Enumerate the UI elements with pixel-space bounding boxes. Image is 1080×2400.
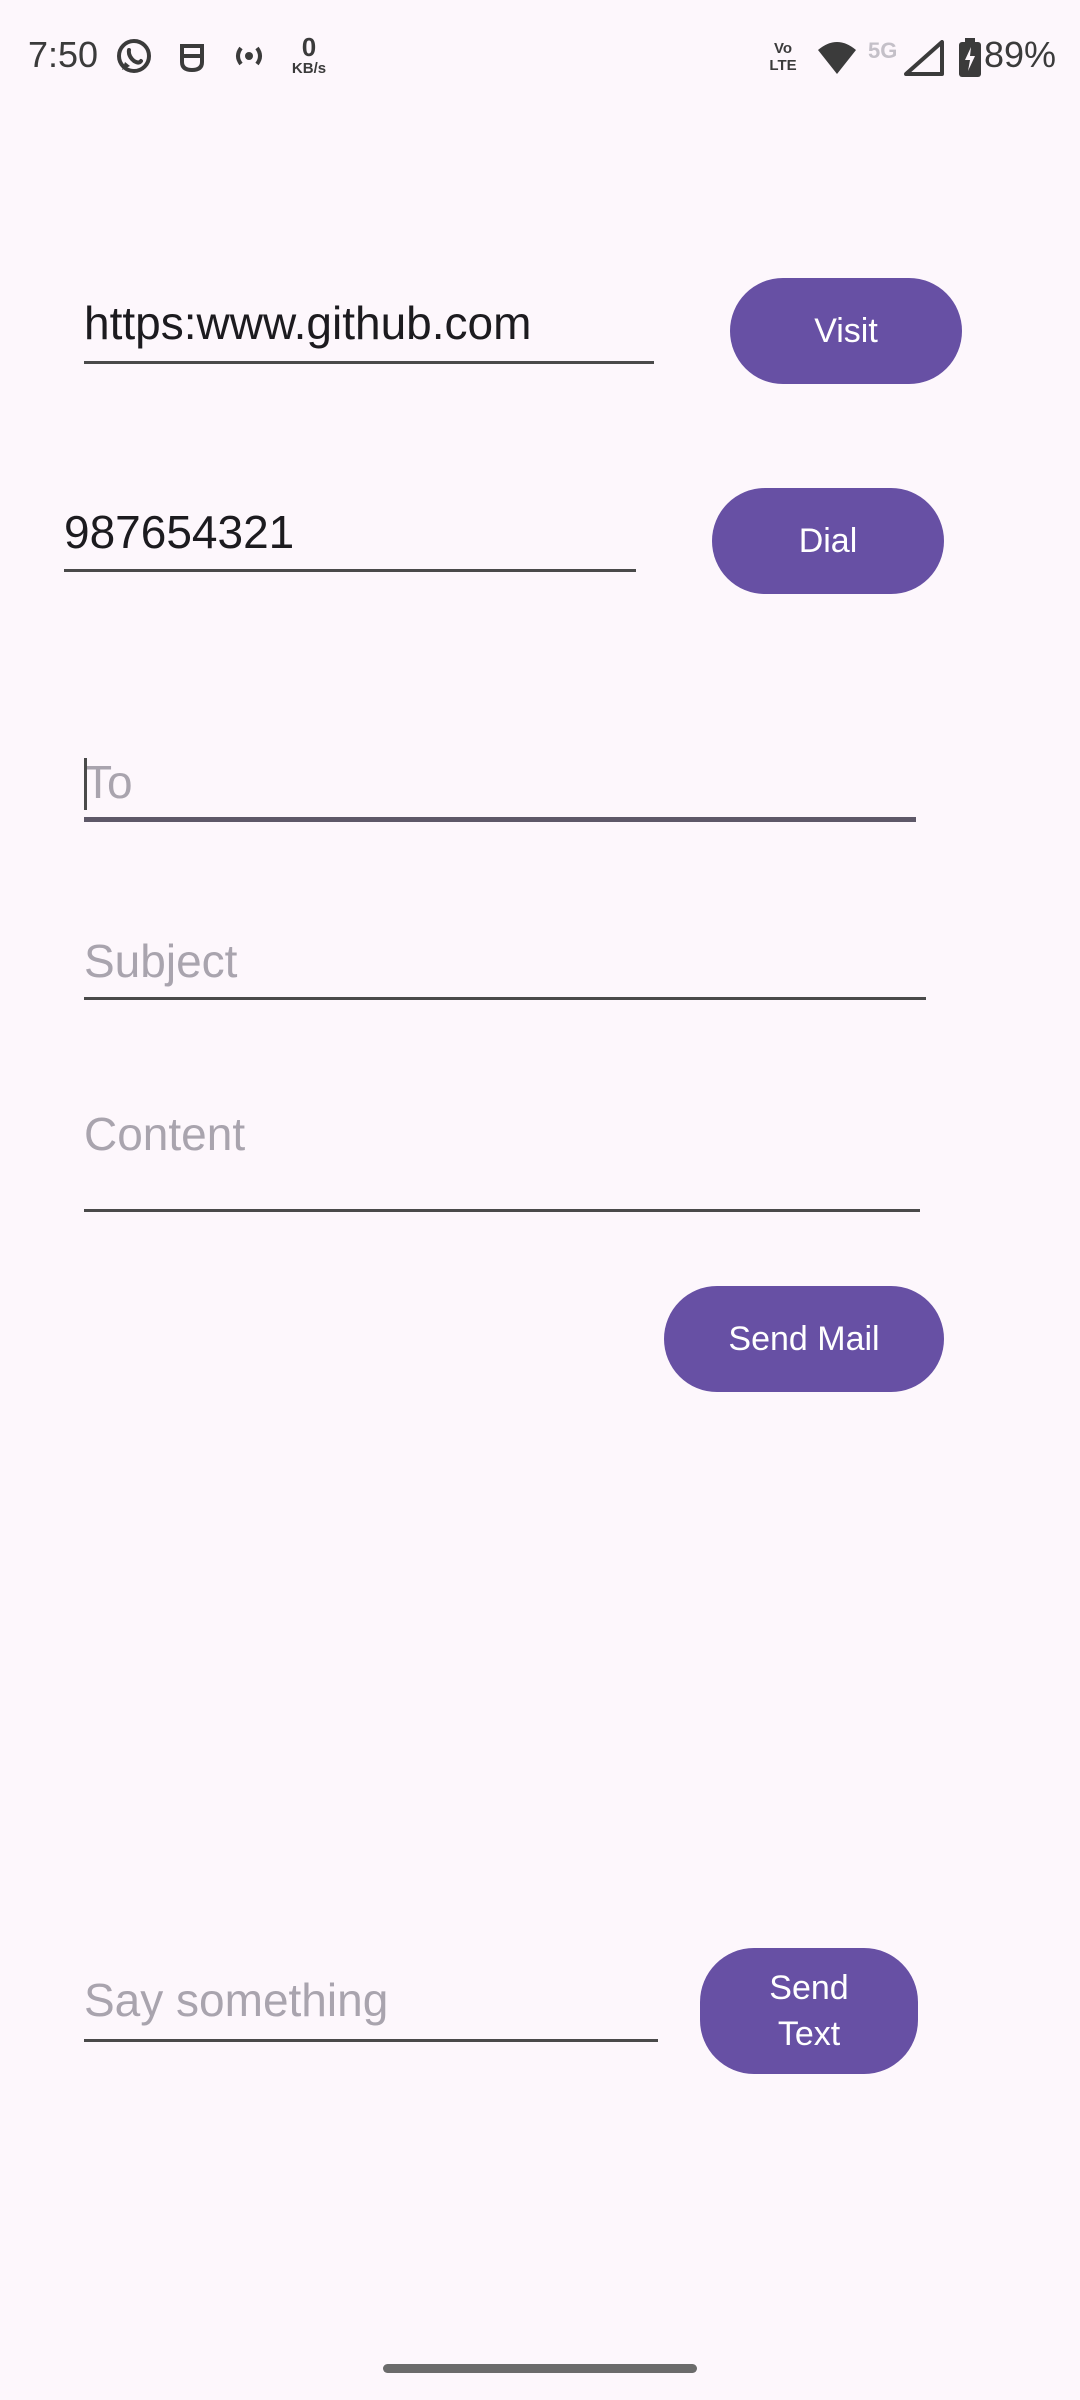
notification-icon: [180, 44, 204, 73]
signal-icon: [904, 40, 944, 76]
hotspot-icon: [236, 46, 262, 66]
home-gesture-bar[interactable]: [383, 2364, 697, 2373]
url-input[interactable]: [84, 290, 654, 364]
message-input[interactable]: [84, 1966, 658, 2042]
send-mail-button[interactable]: Send Mail: [664, 1286, 944, 1392]
whatsapp-icon: [117, 39, 151, 73]
status-bar: 7:50 0 KB/s Vo LTE 5G 89%: [0, 0, 1080, 116]
net-speed-value: 0: [301, 32, 317, 62]
send-text-button[interactable]: Send Text: [700, 1948, 918, 2074]
battery-percent: 89%: [984, 34, 1057, 75]
subject-input[interactable]: [84, 930, 926, 1000]
visit-button[interactable]: Visit: [730, 278, 962, 384]
net-speed: 0 KB/s: [284, 34, 334, 78]
net-speed-unit: KB/s: [291, 60, 327, 77]
to-input[interactable]: [84, 752, 916, 822]
status-time: 7:50: [28, 34, 99, 75]
wifi-icon: [818, 42, 856, 74]
dial-button[interactable]: Dial: [712, 488, 944, 594]
content-input[interactable]: [84, 1106, 920, 1212]
network-label: 5G: [868, 38, 898, 63]
text-cursor: [84, 758, 87, 810]
volte-label: Vo LTE: [769, 40, 797, 74]
battery-icon: [959, 38, 981, 77]
phone-input[interactable]: [64, 500, 636, 572]
